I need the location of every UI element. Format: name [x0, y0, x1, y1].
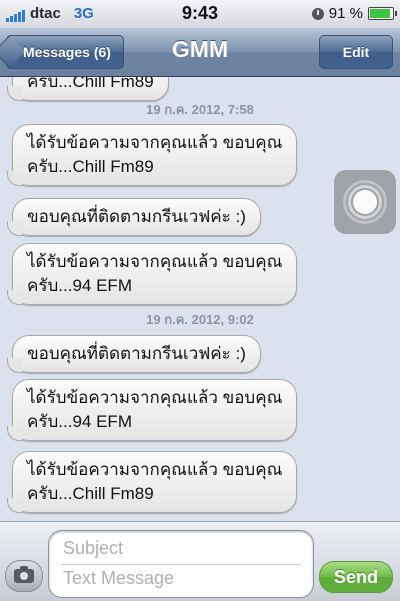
- message-text: ขอบคุณที่ติดตามกรีนเวฟค่ะ :): [27, 344, 246, 363]
- status-bar: dtac 3G 9:43 91 %: [0, 0, 400, 28]
- assistive-touch-button[interactable]: [334, 170, 396, 234]
- navigation-bar: Messages (6) GMM Edit: [0, 28, 400, 77]
- camera-button[interactable]: [5, 560, 43, 592]
- message-text: ได้รับข้อความจากคุณแล้ว ขอบคุณ ครับ...94…: [27, 252, 283, 295]
- subject-input[interactable]: [63, 534, 299, 562]
- message-text: ขอบคุณที่ติดตามกรีนเวฟค่ะ :): [27, 207, 246, 226]
- back-button-label: Messages (6): [23, 44, 111, 60]
- message-input[interactable]: [63, 564, 299, 592]
- message-bubble[interactable]: ได้รับข้อความจากคุณแล้ว ขอบคุณ ครับ...94…: [6, 243, 298, 305]
- battery-percent: 91 %: [328, 5, 363, 22]
- message-text: ได้รับข้อความจากคุณแล้ว ขอบคุณ ครับ...Ch…: [27, 460, 283, 503]
- message-bubble[interactable]: ได้รับข้อความจากคุณแล้ว ขอบคุณ ครับ...Ch…: [6, 451, 298, 513]
- compose-bar: Send: [0, 521, 400, 601]
- send-button[interactable]: Send: [319, 561, 393, 593]
- battery-icon: [368, 7, 397, 20]
- message-bubble[interactable]: ขอบคุณที่ติดตามกรีนเวฟค่ะ :): [7, 335, 261, 373]
- message-bubble[interactable]: ขอบคุณที่ติดตามกรีนเวฟค่ะ :): [7, 198, 261, 236]
- edit-button[interactable]: Edit: [319, 35, 393, 69]
- message-bubble[interactable]: ได้รับข้อความจากคุณแล้ว ขอบคุณ ครับ...Ch…: [6, 124, 298, 186]
- compose-fields: [48, 530, 314, 598]
- timestamp: 19 ก.ค. 2012, 9:02: [146, 312, 254, 327]
- status-right: 91 %: [311, 5, 397, 22]
- message-text: ได้รับข้อความจากคุณแล้ว ขอบคุณ ครับ...Ch…: [27, 133, 283, 176]
- message-bubble-partial[interactable]: ครับ...Chill Fm89: [7, 77, 169, 101]
- message-text: ครับ...Chill Fm89: [27, 77, 154, 91]
- message-bubble[interactable]: ได้รับข้อความจากคุณแล้ว ขอบคุณ ครับ...94…: [6, 379, 298, 441]
- message-thread[interactable]: ครับ...Chill Fm89 19 ก.ค. 2012, 7:58 ได้…: [0, 77, 400, 521]
- assistive-touch-icon: [353, 190, 377, 214]
- clock-icon: [311, 7, 324, 20]
- timestamp: 19 ก.ค. 2012, 7:58: [146, 102, 254, 117]
- camera-lens-icon: [19, 571, 29, 581]
- battery-fill: [370, 9, 391, 18]
- message-text: ได้รับข้อความจากคุณแล้ว ขอบคุณ ครับ...94…: [27, 388, 283, 431]
